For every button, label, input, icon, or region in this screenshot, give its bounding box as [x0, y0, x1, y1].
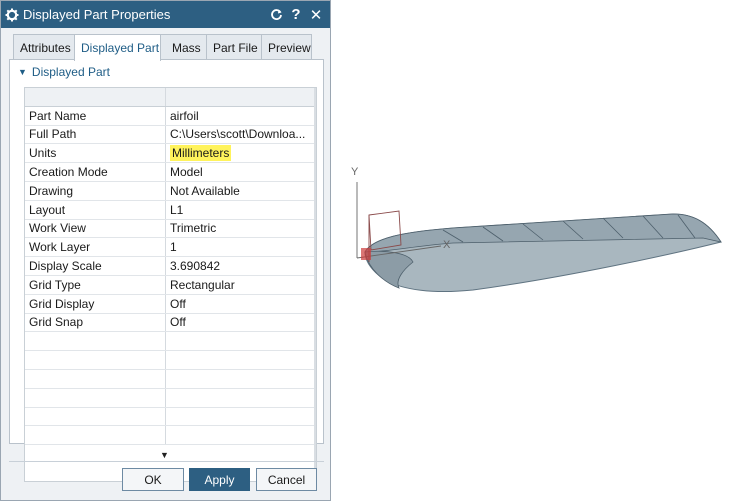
- property-value: Model: [170, 165, 203, 180]
- ok-button[interactable]: OK: [122, 468, 184, 491]
- table-scrollbar[interactable]: [314, 88, 316, 481]
- empty-cell: [25, 332, 166, 351]
- table-row[interactable]: Full Path C:\Users\scott\Downloa...: [25, 125, 316, 145]
- property-name: Units: [25, 144, 166, 163]
- table-header: [25, 88, 316, 107]
- cancel-button[interactable]: Cancel: [256, 468, 317, 491]
- empty-table-row: [25, 388, 316, 408]
- table-row[interactable]: Grid Snap Off: [25, 313, 316, 333]
- empty-cell: [166, 408, 316, 426]
- property-name: Grid Type: [25, 275, 166, 294]
- empty-cell: [166, 370, 316, 388]
- gear-icon[interactable]: [1, 1, 23, 28]
- empty-cell: [166, 351, 316, 369]
- dialog-title: Displayed Part Properties: [23, 7, 171, 22]
- empty-cell: [25, 351, 166, 369]
- reset-icon[interactable]: [266, 1, 286, 28]
- apply-button[interactable]: Apply: [189, 468, 250, 491]
- table-row[interactable]: Drawing Not Available: [25, 181, 316, 201]
- property-value: 1: [170, 240, 177, 255]
- property-value: C:\Users\scott\Downloa...: [170, 127, 306, 142]
- table-row[interactable]: Work View Trimetric: [25, 219, 316, 239]
- property-value-cell: airfoil: [166, 107, 316, 125]
- graphics-viewport[interactable]: Y X: [333, 0, 731, 501]
- close-icon[interactable]: ✕: [306, 1, 326, 28]
- table-row[interactable]: Display Scale 3.690842: [25, 257, 316, 276]
- property-value: Trimetric: [170, 221, 217, 236]
- property-value-cell: Rectangular: [166, 276, 316, 294]
- group-title: Displayed Part: [31, 65, 110, 79]
- empty-table-row: [25, 332, 316, 352]
- header-cell-name[interactable]: [25, 88, 166, 106]
- property-name: Grid Snap: [25, 313, 166, 332]
- empty-cell: [25, 388, 166, 407]
- y-axis-label: Y: [351, 166, 359, 178]
- property-value: Off: [170, 315, 186, 330]
- property-name: Part Name: [25, 106, 166, 125]
- empty-table-row: [25, 407, 316, 427]
- property-name: Creation Mode: [25, 163, 166, 181]
- property-value: 3.690842: [170, 259, 221, 274]
- property-value-cell: Trimetric: [166, 220, 316, 238]
- properties-table: Part Name airfoil Full Path C:\Users\scott\…: [24, 87, 317, 482]
- property-value: airfoil: [170, 108, 199, 123]
- property-value-cell: C:\Users\scott\Downloa...: [166, 126, 316, 144]
- header-cell-value[interactable]: [166, 88, 316, 106]
- property-value-cell: Off: [166, 314, 316, 332]
- property-value: Rectangular: [170, 277, 235, 292]
- empty-table-row: [25, 426, 316, 446]
- property-value: Millimeters: [170, 145, 232, 162]
- property-name: Display Scale: [25, 257, 166, 275]
- empty-cell: [25, 426, 166, 445]
- table-row[interactable]: Creation Mode Model: [25, 163, 316, 182]
- property-name: Work Layer: [25, 238, 166, 257]
- help-icon[interactable]: ?: [286, 1, 306, 28]
- empty-cell: [166, 426, 316, 444]
- x-axis-label: X: [443, 239, 451, 251]
- property-value: Not Available: [170, 183, 240, 198]
- table-row[interactable]: Grid Display Off: [25, 294, 316, 314]
- tab-attributes[interactable]: Attributes: [13, 34, 75, 60]
- group-header-displayed-part[interactable]: ▼ Displayed Part: [18, 65, 110, 79]
- more-options-arrow-icon[interactable]: ▼: [160, 450, 169, 460]
- origin-marker: [361, 248, 371, 260]
- property-name: Work View: [25, 219, 166, 238]
- tab-bar: Attributes Displayed Part Mass Part File…: [13, 34, 312, 61]
- table-row[interactable]: Grid Type Rectangular: [25, 275, 316, 295]
- property-name: Full Path: [25, 125, 166, 144]
- table-row[interactable]: Units Millimeters: [25, 144, 316, 164]
- empty-cell: [166, 389, 316, 407]
- property-value-cell: L1: [166, 201, 316, 219]
- property-value-cell: Not Available: [166, 182, 316, 200]
- dialog-titlebar[interactable]: Displayed Part Properties ? ✕: [1, 1, 330, 28]
- empty-cell: [166, 332, 316, 350]
- tab-displayed-part[interactable]: Displayed Part: [74, 34, 161, 61]
- property-value: Off: [170, 296, 186, 311]
- property-value-cell: Model: [166, 163, 316, 181]
- property-value-cell: 3.690842: [166, 257, 316, 275]
- empty-cell: [25, 407, 166, 426]
- footer-divider: [9, 461, 324, 462]
- tab-preview[interactable]: Preview: [261, 34, 312, 60]
- tab-mass[interactable]: Mass: [160, 34, 207, 60]
- property-value-cell: 1: [166, 238, 316, 256]
- property-value-cell: Millimeters: [166, 144, 316, 162]
- collapse-caret-icon[interactable]: ▼: [18, 67, 27, 77]
- property-value: L1: [170, 202, 184, 217]
- tab-part-file[interactable]: Part File: [206, 34, 262, 60]
- table-row[interactable]: Work Layer 1: [25, 238, 316, 258]
- empty-table-row: [25, 369, 316, 389]
- property-name: Grid Display: [25, 294, 166, 313]
- table-row[interactable]: Part Name airfoil: [25, 106, 316, 126]
- empty-table-row: [25, 351, 316, 370]
- property-name: Layout: [25, 200, 166, 219]
- table-row[interactable]: Layout L1: [25, 200, 316, 220]
- property-name: Drawing: [25, 181, 166, 200]
- property-value-cell: Off: [166, 295, 316, 313]
- empty-cell: [25, 369, 166, 388]
- displayed-part-properties-dialog: Displayed Part Properties ? ✕ Attributes…: [0, 0, 331, 501]
- tab-panel: ▼ Displayed Part Part Name airfoil Full Pa…: [9, 59, 324, 482]
